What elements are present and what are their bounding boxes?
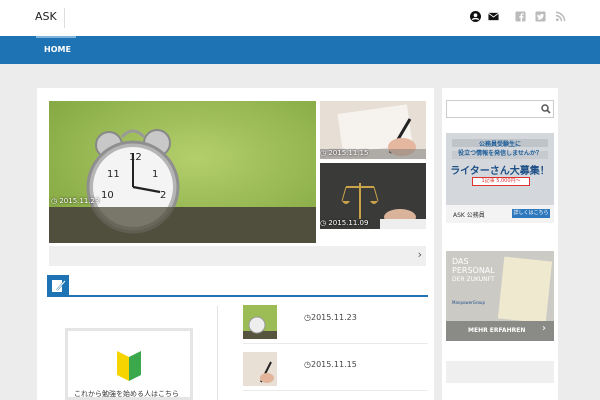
beginner-card-text: これから勉強を始める人はこちら xyxy=(74,390,179,398)
svg-text:12: 12 xyxy=(129,152,142,163)
site-logo[interactable]: ASK xyxy=(35,10,57,23)
list-separator xyxy=(243,390,428,391)
slider-nav-bar: › xyxy=(49,246,426,266)
featured-slide-main[interactable]: 12 11 1 10 2 ◷ 2015.11.23 xyxy=(49,101,316,243)
column-divider xyxy=(217,306,218,400)
ad2-cta[interactable]: MEHR ERFAHREN xyxy=(468,327,525,334)
ad2-brand: ManpowerGroup xyxy=(452,300,485,305)
list-thumb[interactable] xyxy=(243,305,277,339)
ad1-price: 1記事 5,000円〜 xyxy=(472,177,530,186)
beginner-mark-icon xyxy=(117,351,141,381)
slide-date: ◷ 2015.11.15 xyxy=(320,149,369,157)
main-nav: HOME xyxy=(0,36,600,64)
ad1-line2: 役立つ情報を発信しませんか？ xyxy=(458,150,542,157)
svg-text:1: 1 xyxy=(152,169,158,180)
search-icon[interactable] xyxy=(541,104,551,114)
ad1-line1: 公務員受験生に xyxy=(478,141,521,148)
rss-icon[interactable] xyxy=(555,11,566,22)
nav-active-indicator xyxy=(36,36,76,38)
list-item-date-text: 2015.11.23 xyxy=(310,313,357,322)
list-item-date: ◷2015.11.15 xyxy=(304,360,357,369)
site-header: ASK xyxy=(0,0,600,36)
nav-item-home[interactable]: HOME xyxy=(44,45,71,54)
featured-slide-top[interactable]: ◷ 2015.11.15 xyxy=(320,101,426,159)
facebook-icon[interactable] xyxy=(515,11,526,22)
ad-writer-recruit[interactable]: 公務員受験生に 役立つ情報を発信しませんか？ ライターさん大募集！ 1記事 5,… xyxy=(446,133,554,223)
list-item-date: ◷2015.11.23 xyxy=(304,313,357,322)
note-edit-icon xyxy=(47,275,69,297)
slide-date-text: 2015.11.09 xyxy=(328,219,369,227)
logo-separator xyxy=(64,8,65,28)
slider-next-arrow[interactable]: › xyxy=(418,248,422,261)
ad1-headline: ライターさん大募集！ xyxy=(450,166,550,177)
ad2-line3: DER ZUKUNFT xyxy=(452,276,495,283)
twitter-icon[interactable] xyxy=(535,11,546,22)
alarm-clock-thumb xyxy=(243,305,277,339)
user-icon[interactable] xyxy=(470,11,481,22)
list-item-date-text: 2015.11.15 xyxy=(310,360,357,369)
beginner-card[interactable]: これから勉強を始める人はこちら xyxy=(65,328,193,400)
slide-date: ◷ 2015.11.09 xyxy=(320,219,369,227)
ad2-line1: DAS xyxy=(452,257,469,266)
section-underline xyxy=(69,295,428,297)
sidebar-widget xyxy=(446,361,554,383)
chevron-right-icon: › xyxy=(542,323,546,334)
svg-text:2: 2 xyxy=(160,190,166,201)
list-separator xyxy=(243,343,428,344)
section-header xyxy=(47,275,428,297)
search-input[interactable] xyxy=(447,101,535,117)
slide-date-text: 2015.11.23 xyxy=(59,197,100,205)
mail-icon[interactable] xyxy=(488,11,499,22)
search-box xyxy=(446,100,554,118)
ad2-line2: PERSONAL xyxy=(452,266,495,275)
ad1-cta-button[interactable]: 詳しくはこちら xyxy=(512,209,550,218)
slide-date: ◷ 2015.11.23 xyxy=(51,197,100,205)
list-thumb[interactable] xyxy=(243,352,277,386)
slide-date-text: 2015.11.15 xyxy=(328,149,369,157)
alarm-clock-image: 12 11 1 10 2 xyxy=(49,101,316,243)
writing-hand-thumb xyxy=(243,352,277,386)
featured-slide-bottom[interactable]: ◷ 2015.11.09 xyxy=(320,163,426,229)
ad-manpower[interactable]: DAS PERSONAL DER ZUKUNFT ManpowerGroup M… xyxy=(446,251,554,341)
ad1-brand: ASK 公務員 xyxy=(453,212,485,219)
svg-text:10: 10 xyxy=(101,190,114,201)
svg-text:11: 11 xyxy=(107,169,120,180)
